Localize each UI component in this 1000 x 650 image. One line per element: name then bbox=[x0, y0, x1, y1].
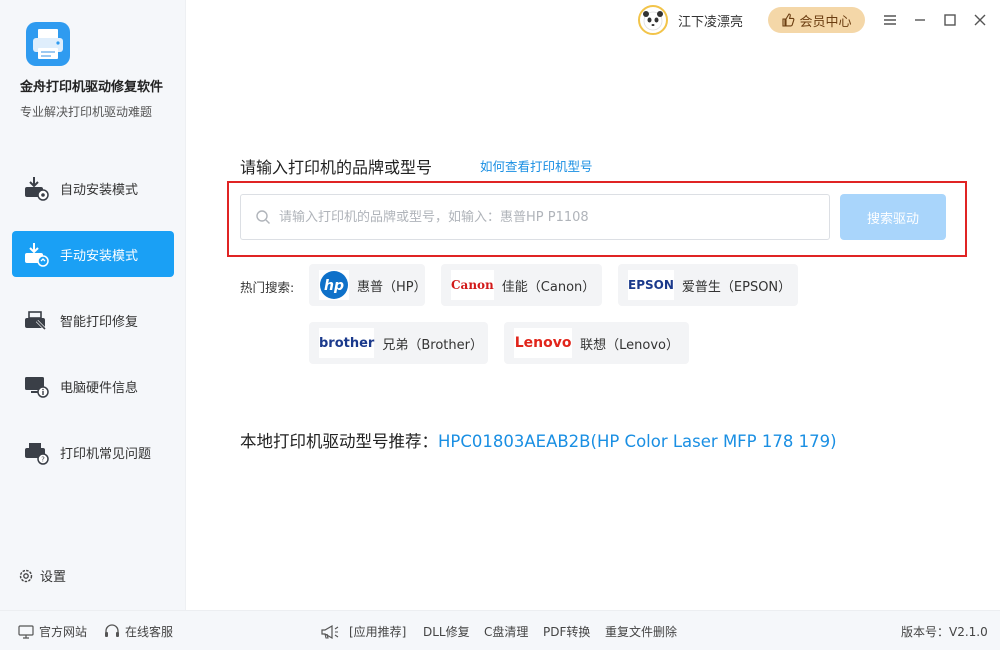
brand-label: 佳能（Canon） bbox=[501, 279, 596, 295]
settings-button[interactable]: 设置 bbox=[18, 566, 66, 585]
search-title: 请输入打印机的品牌或型号 bbox=[240, 158, 433, 177]
brand-hp[interactable]: hp 惠普（HP） bbox=[309, 264, 427, 306]
hamburger-menu-icon bbox=[884, 15, 896, 25]
hp-logo: hp bbox=[319, 270, 349, 300]
avatar bbox=[638, 5, 668, 35]
user-profile[interactable]: 江下凌漂亮 bbox=[638, 5, 743, 35]
nav-item-label: 打印机常见问题 bbox=[60, 446, 152, 462]
footer-app-duplicate-file-delete[interactable]: 重复文件删除 bbox=[605, 623, 677, 640]
brand-label: 爱普生（EPSON） bbox=[681, 279, 792, 295]
thumb-up-icon bbox=[782, 13, 795, 27]
online-support-label: 在线客服 bbox=[125, 625, 174, 639]
footer-app-c-drive-cleanup[interactable]: C盘清理 bbox=[484, 623, 528, 640]
nav-item-label: 自动安装模式 bbox=[60, 182, 139, 198]
hardware-info-icon bbox=[22, 372, 50, 400]
brand-label: 联想（Lenovo） bbox=[580, 337, 679, 353]
vip-center-label: 会员中心 bbox=[799, 14, 852, 30]
svg-text:?: ? bbox=[41, 456, 45, 464]
app-recommend-label: [应用推荐] bbox=[349, 625, 407, 639]
monitor-icon bbox=[18, 624, 34, 639]
vip-center-button[interactable]: 会员中心 bbox=[768, 7, 865, 33]
nav-item-manual-install[interactable]: 手动安装模式 bbox=[12, 231, 174, 277]
panda-avatar-icon bbox=[643, 11, 663, 31]
nav-item-label: 手动安装模式 bbox=[60, 248, 139, 264]
svg-text:hp: hp bbox=[324, 278, 344, 294]
settings-label: 设置 bbox=[40, 570, 67, 585]
brand-lenovo[interactable]: Lenovo 联想（Lenovo） bbox=[504, 322, 689, 364]
brother-logo: brother bbox=[319, 328, 375, 358]
gear-icon bbox=[19, 569, 33, 582]
menu-button[interactable] bbox=[880, 10, 900, 30]
manual-install-icon bbox=[22, 240, 50, 268]
version-label: 版本号：V2.1.0 bbox=[901, 625, 988, 639]
nav-menu: 自动安装模式 手动安装模式 智能打印修复 电脑硬件信息 ? 打印机常见问题 bbox=[12, 165, 174, 495]
close-icon bbox=[974, 14, 986, 26]
official-website-link[interactable]: 官方网站 bbox=[18, 623, 87, 640]
nav-item-auto-install[interactable]: 自动安装模式 bbox=[12, 165, 174, 211]
app-recommend: [应用推荐] bbox=[320, 623, 406, 640]
brand-label: 兄弟（Brother） bbox=[382, 337, 483, 353]
close-button[interactable] bbox=[970, 10, 990, 30]
brand-brother[interactable]: brother 兄弟（Brother） bbox=[309, 322, 488, 364]
brand-label: 惠普（HP） bbox=[357, 279, 427, 295]
sidebar: 金舟打印机驱动修复软件 专业解决打印机驱动难题 自动安装模式 手动安装模式 智能… bbox=[0, 0, 186, 610]
search-driver-button[interactable]: 搜索驱动 bbox=[840, 194, 946, 240]
epson-logo: EPSON bbox=[628, 270, 674, 300]
maximize-icon bbox=[944, 14, 956, 26]
official-website-label: 官方网站 bbox=[39, 625, 88, 639]
nav-item-printer-faq[interactable]: ? 打印机常见问题 bbox=[12, 429, 174, 475]
lenovo-logo: Lenovo bbox=[514, 328, 573, 358]
auto-install-icon bbox=[22, 174, 50, 202]
footer-app-dll-repair[interactable]: DLL修复 bbox=[423, 623, 470, 640]
help-find-model-link[interactable]: 如何查看打印机型号 bbox=[480, 156, 593, 175]
app-name: 金舟打印机驱动修复软件 bbox=[20, 80, 164, 95]
online-support-link[interactable]: 在线客服 bbox=[104, 623, 173, 640]
canon-logo: Canon bbox=[451, 270, 494, 300]
nav-item-label: 电脑硬件信息 bbox=[60, 380, 139, 396]
printer-repair-icon bbox=[22, 306, 50, 334]
nav-item-printer-repair[interactable]: 智能打印修复 bbox=[12, 297, 174, 343]
footer-bar: 官方网站 在线客服 [应用推荐] DLL修复 C盘清理 PDF转换 重复文件删除… bbox=[0, 610, 1000, 650]
maximize-button[interactable] bbox=[940, 10, 960, 30]
nav-item-hardware-info[interactable]: 电脑硬件信息 bbox=[12, 363, 174, 409]
local-driver-recommendation: 本地打印机驱动型号推荐：HPC01803AEAB2B(HP Color Lase… bbox=[240, 428, 837, 452]
app-logo-icon bbox=[24, 20, 72, 68]
search-field[interactable] bbox=[240, 194, 830, 240]
headset-icon bbox=[105, 624, 119, 637]
hot-search-label: 热门搜索: bbox=[240, 280, 295, 295]
local-driver-label: 本地打印机驱动型号推荐： bbox=[240, 432, 438, 451]
minimize-icon bbox=[915, 19, 925, 21]
megaphone-icon bbox=[321, 624, 339, 639]
minimize-button[interactable] bbox=[910, 10, 930, 30]
nav-item-label: 智能打印修复 bbox=[60, 314, 139, 330]
app-subtitle: 专业解决打印机驱动难题 bbox=[20, 105, 153, 119]
username: 江下凌漂亮 bbox=[678, 14, 744, 30]
brand-epson[interactable]: EPSON 爱普生（EPSON） bbox=[618, 264, 798, 306]
search-icon bbox=[256, 210, 270, 224]
printer-faq-icon: ? bbox=[22, 438, 50, 466]
brand-canon[interactable]: Canon 佳能（Canon） bbox=[441, 264, 602, 306]
footer-app-pdf-convert[interactable]: PDF转换 bbox=[543, 623, 590, 640]
search-input[interactable] bbox=[279, 209, 819, 225]
local-driver-model-link[interactable]: HPC01803AEAB2B(HP Color Laser MFP 178 17… bbox=[438, 432, 837, 451]
